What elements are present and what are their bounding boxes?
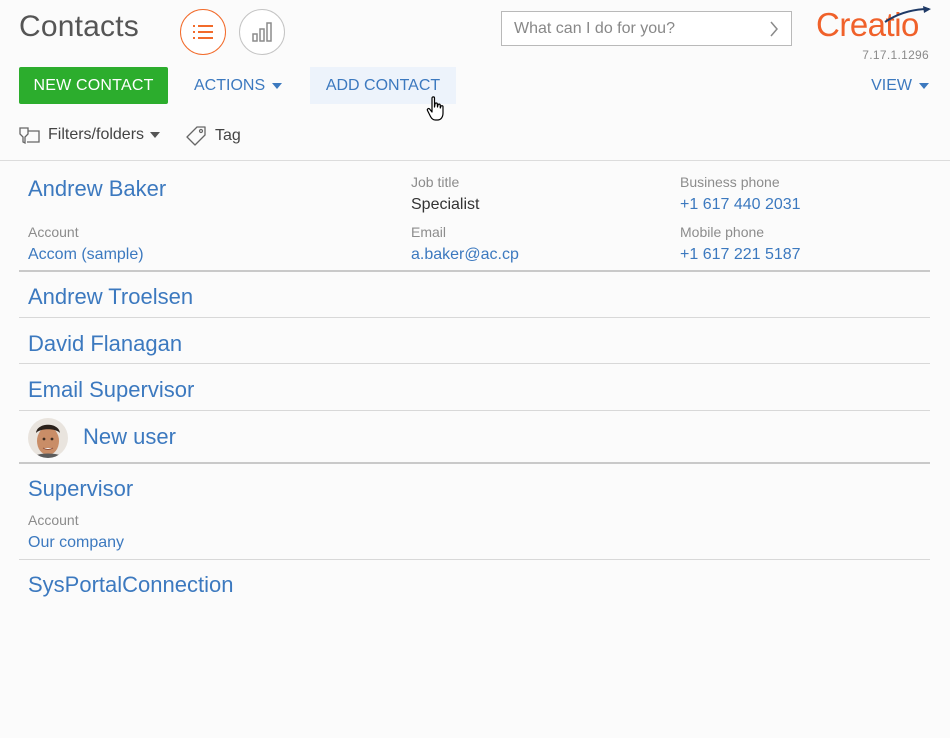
search-input[interactable] bbox=[502, 18, 756, 39]
mobile-phone-caption: Mobile phone bbox=[680, 224, 765, 240]
bar-chart-icon bbox=[252, 22, 272, 42]
email-caption: Email bbox=[411, 224, 447, 240]
hand-cursor-icon bbox=[426, 96, 444, 121]
contact-name-sysportalconnection[interactable]: SysPortalConnection bbox=[28, 572, 233, 598]
list-icon bbox=[193, 25, 213, 39]
mobile-phone-link[interactable]: +1 617 221 5187 bbox=[680, 246, 801, 264]
chevron-right-icon[interactable] bbox=[769, 20, 779, 38]
contact-name-andrew-troelsen[interactable]: Andrew Troelsen bbox=[28, 284, 193, 310]
contact-name-email-supervisor[interactable]: Email Supervisor bbox=[28, 377, 194, 403]
caret-down-icon bbox=[150, 132, 161, 138]
row-divider bbox=[19, 317, 930, 318]
row-divider bbox=[19, 363, 930, 364]
avatar[interactable] bbox=[28, 418, 68, 458]
row-divider bbox=[19, 410, 930, 411]
caret-down-icon bbox=[272, 82, 283, 89]
page-title: Contacts bbox=[19, 10, 139, 43]
email-link[interactable]: a.baker@ac.cp bbox=[411, 246, 519, 264]
contact-name-supervisor[interactable]: Supervisor bbox=[28, 476, 133, 502]
view-menu-button[interactable]: VIEW bbox=[871, 67, 929, 104]
contact-name-andrew-baker[interactable]: Andrew Baker bbox=[28, 176, 166, 202]
filters-folders-button[interactable]: Filters/folders bbox=[19, 125, 161, 145]
new-contact-button[interactable]: NEW CONTACT bbox=[19, 67, 168, 104]
account-caption: Account bbox=[28, 224, 79, 240]
toolbar-divider bbox=[0, 160, 950, 161]
user-photo-icon bbox=[28, 418, 68, 458]
tag-button[interactable]: Tag bbox=[185, 125, 241, 147]
row-divider bbox=[19, 462, 930, 464]
row-divider bbox=[19, 270, 930, 272]
list-view-button[interactable] bbox=[180, 9, 226, 55]
version-label: 7.17.1.1296 bbox=[862, 48, 929, 62]
job-title-value: Specialist bbox=[411, 196, 480, 213]
command-search[interactable] bbox=[501, 11, 792, 46]
filter-folder-icon bbox=[19, 127, 40, 145]
contact-name-david-flanagan[interactable]: David Flanagan bbox=[28, 331, 182, 357]
business-phone-link[interactable]: +1 617 440 2031 bbox=[680, 196, 801, 214]
logo-swoosh-icon bbox=[884, 6, 931, 23]
tag-icon bbox=[186, 126, 206, 146]
account-caption: Account bbox=[28, 512, 79, 528]
business-phone-caption: Business phone bbox=[680, 174, 780, 190]
analytics-view-button[interactable] bbox=[239, 9, 285, 55]
account-link[interactable]: Our company bbox=[28, 534, 124, 552]
actions-menu-button[interactable]: ACTIONS bbox=[194, 67, 283, 104]
caret-down-icon bbox=[919, 82, 929, 89]
job-title-caption: Job title bbox=[411, 174, 460, 190]
row-divider bbox=[19, 559, 930, 560]
contact-name-new-user[interactable]: New user bbox=[83, 424, 176, 450]
account-link[interactable]: Accom (sample) bbox=[28, 246, 144, 264]
